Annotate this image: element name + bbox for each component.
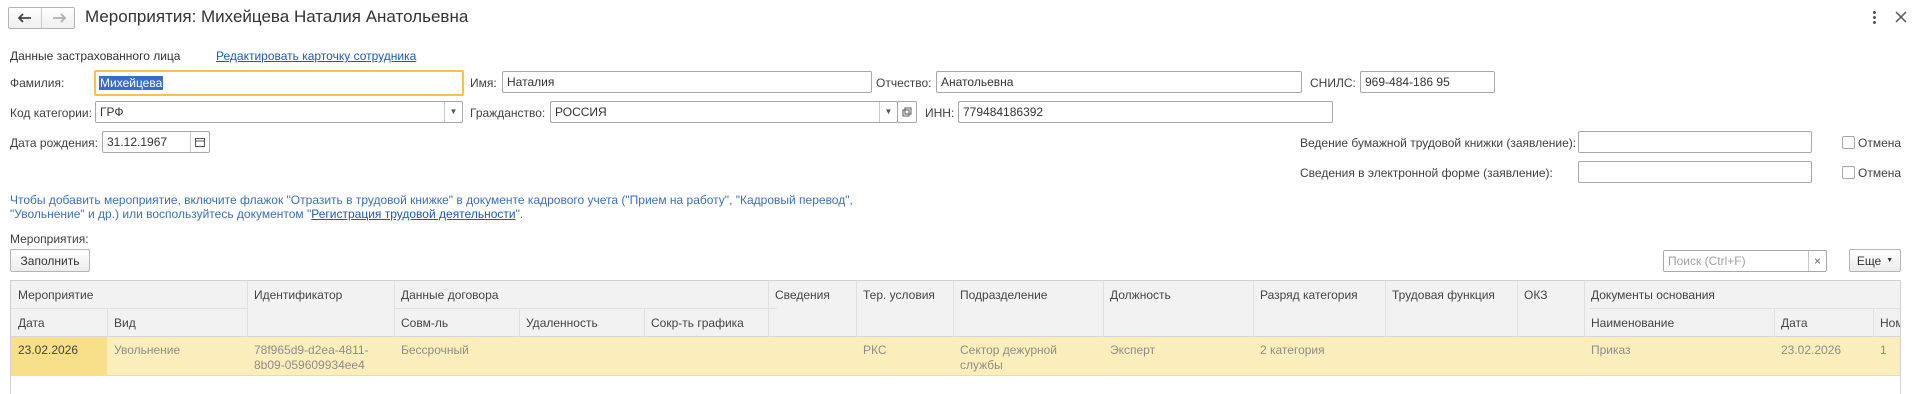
more-button[interactable]: Еще ▼ bbox=[1849, 249, 1901, 272]
name-field[interactable]: Наталия bbox=[502, 71, 872, 93]
open-link-icon bbox=[902, 107, 912, 117]
info-prefix: "Увольнение" и др.) или воспользуйтесь д… bbox=[10, 207, 312, 221]
electronic-cancel-checkbox[interactable] bbox=[1842, 166, 1855, 179]
birth-date-label: Дата рождения: bbox=[10, 136, 98, 150]
open-citizenship-button[interactable] bbox=[897, 101, 917, 123]
clear-search-icon[interactable]: × bbox=[1808, 251, 1826, 271]
cell-division-line2: службы bbox=[960, 358, 1003, 372]
cell-id-line2: 8b09-059609934ee4 bbox=[254, 358, 365, 372]
category-select[interactable]: ГРФ ▼ bbox=[95, 101, 463, 123]
col-reduced[interactable]: Сокр-ть графика bbox=[644, 316, 744, 330]
close-icon[interactable] bbox=[1894, 10, 1908, 24]
col-event[interactable]: Мероприятие bbox=[11, 288, 93, 302]
col-doc-num[interactable]: Ном bbox=[1873, 316, 1900, 330]
events-label: Мероприятия: bbox=[10, 232, 89, 246]
col-okz[interactable]: ОКЗ bbox=[1517, 288, 1547, 302]
electronic-cancel-label: Отмена bbox=[1858, 166, 1902, 180]
info-suffix: ". bbox=[515, 207, 524, 221]
section-label: Данные застрахованного лица bbox=[10, 49, 181, 63]
inn-label: ИНН: bbox=[925, 106, 955, 120]
electronic-field[interactable] bbox=[1578, 161, 1812, 183]
cell-kind: Увольнение bbox=[114, 343, 181, 357]
category-label: Код категории: bbox=[10, 106, 92, 120]
cell-division: Сектор дежурной службы bbox=[953, 343, 1057, 373]
col-kind[interactable]: Вид bbox=[107, 316, 136, 330]
arrow-right-icon bbox=[52, 13, 66, 23]
cell-date: 23.02.2026 bbox=[18, 343, 79, 357]
cell-combo: Бессрочный bbox=[401, 343, 469, 357]
citizenship-value: РОССИЯ bbox=[555, 105, 607, 119]
paper-book-cancel-checkbox[interactable] bbox=[1842, 136, 1855, 149]
cell-doc-name: Приказ bbox=[1591, 343, 1631, 357]
patronymic-field[interactable]: Анатольевна bbox=[936, 71, 1302, 93]
cell-grade: 2 категория bbox=[1260, 343, 1325, 357]
col-docs[interactable]: Документы основания bbox=[1584, 288, 1715, 302]
more-vertical-icon[interactable] bbox=[1868, 9, 1880, 25]
col-remote[interactable]: Удаленность bbox=[519, 316, 598, 330]
chevron-down-icon[interactable]: ▼ bbox=[444, 102, 462, 122]
calendar-icon[interactable] bbox=[190, 132, 209, 152]
search-input[interactable]: Поиск (Ctrl+F) × bbox=[1663, 250, 1827, 272]
chevron-down-icon[interactable]: ▼ bbox=[879, 102, 897, 122]
col-grade[interactable]: Разряд категория bbox=[1253, 288, 1358, 302]
patronymic-label: Отчество: bbox=[876, 76, 932, 90]
citizenship-select[interactable]: РОССИЯ ▼ bbox=[550, 101, 898, 123]
paper-book-cancel-label: Отмена bbox=[1858, 136, 1902, 150]
fill-button[interactable]: Заполнить bbox=[10, 249, 90, 272]
citizenship-label: Гражданство: bbox=[470, 106, 546, 120]
birth-date-field[interactable]: 31.12.1967 bbox=[102, 131, 210, 153]
info-line-1: Чтобы добавить мероприятие, включите фла… bbox=[10, 193, 853, 207]
surname-value: Михейцева bbox=[99, 76, 164, 90]
cell-conditions: РКС bbox=[863, 343, 887, 357]
col-id[interactable]: Идентификатор bbox=[247, 288, 342, 302]
paper-book-field[interactable] bbox=[1578, 131, 1812, 153]
col-conditions[interactable]: Тер. условия bbox=[856, 288, 935, 302]
events-table: Мероприятие Идентификатор Данные договор… bbox=[10, 280, 1901, 394]
surname-field[interactable]: Михейцева bbox=[94, 70, 464, 96]
col-combo[interactable]: Совм-ль bbox=[394, 316, 448, 330]
info-line-2: "Увольнение" и др.) или воспользуйтесь д… bbox=[10, 207, 523, 221]
surname-label: Фамилия: bbox=[10, 76, 65, 90]
nav-buttons-group bbox=[8, 7, 75, 29]
snils-field[interactable]: 969-484-186 95 bbox=[1360, 71, 1495, 93]
cell-id-line1: 78f965d9-d2ea-4811- bbox=[254, 343, 369, 357]
birth-date-value: 31.12.1967 bbox=[107, 135, 168, 149]
paper-book-label: Ведение бумажной трудовой книжки (заявле… bbox=[1300, 136, 1577, 150]
registration-document-link[interactable]: Регистрация трудовой деятельности bbox=[311, 207, 515, 221]
inn-field[interactable]: 779484186392 bbox=[958, 101, 1333, 123]
cell-id: 78f965d9-d2ea-4811- 8b09-059609934ee4 bbox=[247, 343, 369, 373]
snils-label: СНИЛС: bbox=[1310, 76, 1356, 90]
electronic-label: Сведения в электронной форме (заявление)… bbox=[1300, 166, 1553, 180]
cell-doc-date: 23.02.2026 bbox=[1781, 343, 1842, 357]
name-label: Имя: bbox=[470, 76, 497, 90]
arrow-left-icon bbox=[18, 13, 31, 23]
table-row[interactable]: 23.02.2026 Увольнение 78f965d9-d2ea-4811… bbox=[11, 337, 1900, 376]
col-function[interactable]: Трудовая функция bbox=[1385, 288, 1495, 302]
category-value: ГРФ bbox=[100, 105, 124, 119]
col-info[interactable]: Сведения bbox=[768, 288, 830, 302]
cell-division-line1: Сектор дежурной bbox=[960, 343, 1058, 357]
col-division[interactable]: Подразделение bbox=[953, 288, 1047, 302]
col-date[interactable]: Дата bbox=[11, 316, 45, 330]
window-title: Мероприятия: Михейцева Наталия Анатольев… bbox=[85, 7, 469, 26]
col-doc-date[interactable]: Дата bbox=[1774, 316, 1808, 330]
forward-button[interactable] bbox=[42, 8, 75, 28]
edit-employee-card-link[interactable]: Редактировать карточку сотрудника bbox=[216, 49, 416, 63]
col-position[interactable]: Должность bbox=[1103, 288, 1171, 302]
cell-position: Эксперт bbox=[1110, 343, 1156, 357]
chevron-down-icon: ▼ bbox=[1886, 257, 1894, 264]
col-contract[interactable]: Данные договора bbox=[394, 288, 498, 302]
col-doc-name[interactable]: Наименование bbox=[1584, 316, 1674, 330]
cell-doc-num: 1 bbox=[1880, 343, 1887, 357]
back-button[interactable] bbox=[9, 8, 42, 28]
search-placeholder: Поиск (Ctrl+F) bbox=[1668, 254, 1746, 268]
more-label: Еще bbox=[1856, 253, 1882, 268]
